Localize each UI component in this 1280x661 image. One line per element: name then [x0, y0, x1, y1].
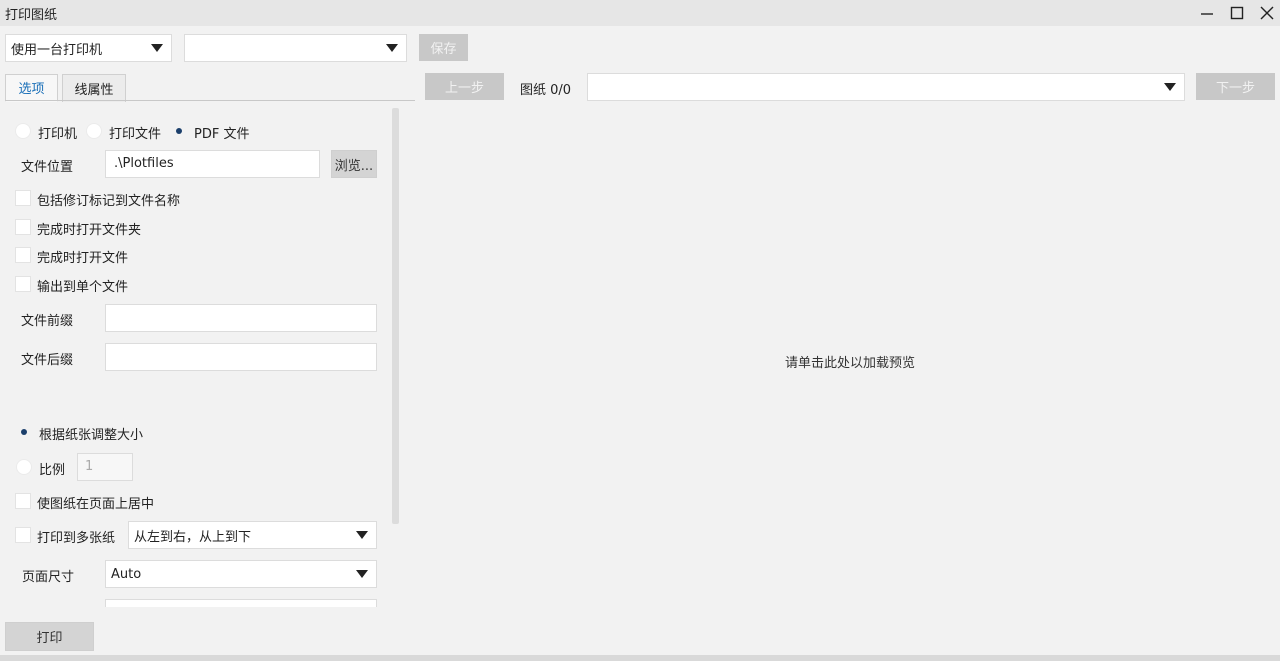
- browse-button[interactable]: 浏览...: [331, 150, 377, 178]
- checkbox-center-on-page-label: 使图纸在页面上居中: [37, 497, 155, 512]
- file-suffix-label: 文件后缀: [21, 353, 74, 368]
- radio-printer[interactable]: [15, 123, 31, 139]
- next-field-partial[interactable]: [105, 599, 377, 607]
- close-icon: [1260, 6, 1274, 20]
- minimize-button[interactable]: [1192, 0, 1222, 26]
- load-preview-link[interactable]: 请单击此处以加载预览: [600, 352, 1100, 371]
- scale-value: 1: [85, 459, 94, 474]
- file-suffix-input[interactable]: [105, 343, 377, 371]
- radio-printer-label: 打印机: [38, 127, 78, 142]
- options-scrollbar[interactable]: [392, 108, 399, 524]
- checkbox-multi-sheet-label: 打印到多张纸: [37, 531, 116, 546]
- tab-line-properties[interactable]: 线属性: [62, 74, 126, 102]
- window-title: 打印图纸: [5, 8, 58, 23]
- chevron-down-icon: [386, 44, 398, 52]
- chevron-down-icon: [1164, 83, 1176, 91]
- radio-scale-label: 比例: [39, 463, 66, 478]
- checkbox-open-file[interactable]: [15, 247, 31, 263]
- page-size-label: 页面尺寸: [22, 570, 75, 585]
- checkbox-center-on-page[interactable]: [15, 493, 31, 509]
- maximize-icon: [1230, 6, 1244, 20]
- file-prefix-label: 文件前缀: [21, 314, 74, 329]
- printer-select[interactable]: 使用一台打印机: [5, 34, 172, 62]
- radio-scale[interactable]: [16, 459, 32, 475]
- radio-fit-to-paper[interactable]: [16, 424, 32, 440]
- maximize-button[interactable]: [1222, 0, 1252, 26]
- file-location-value: .\Plotfiles: [114, 156, 174, 171]
- tab-options[interactable]: 选项: [5, 74, 58, 102]
- chevron-down-icon: [356, 531, 368, 539]
- tile-order-select[interactable]: 从左到右，从上到下: [128, 521, 377, 549]
- print-button[interactable]: 打印: [5, 622, 94, 651]
- printer-select-value: 使用一台打印机: [11, 42, 103, 58]
- radio-print-file[interactable]: [86, 123, 102, 139]
- title-bar: [0, 0, 1280, 26]
- checkbox-include-revision[interactable]: [15, 190, 31, 206]
- page-size-value: Auto: [111, 566, 142, 582]
- bottom-border: [0, 655, 1280, 661]
- sheet-select[interactable]: [587, 73, 1185, 101]
- checkbox-include-revision-label: 包括修订标记到文件名称: [37, 194, 181, 209]
- close-button[interactable]: [1252, 0, 1280, 26]
- chevron-down-icon: [356, 570, 368, 578]
- radio-pdf-label: PDF 文件: [194, 127, 250, 142]
- file-prefix-input[interactable]: [105, 304, 377, 332]
- minimize-icon: [1201, 13, 1213, 15]
- page-size-select[interactable]: Auto: [105, 560, 377, 588]
- checkbox-single-file[interactable]: [15, 276, 31, 292]
- checkbox-single-file-label: 输出到单个文件: [37, 280, 129, 295]
- checkbox-open-file-label: 完成时打开文件: [37, 251, 129, 266]
- radio-print-file-label: 打印文件: [109, 127, 162, 142]
- checkbox-open-folder[interactable]: [15, 219, 31, 235]
- tile-order-value: 从左到右，从上到下: [134, 529, 252, 545]
- scale-input[interactable]: 1: [77, 453, 133, 481]
- sheet-counter: 图纸 0/0: [520, 83, 572, 98]
- prev-button[interactable]: 上一步: [425, 73, 504, 100]
- chevron-down-icon: [151, 44, 163, 52]
- file-location-input[interactable]: .\Plotfiles: [105, 150, 320, 178]
- radio-pdf[interactable]: [171, 123, 187, 139]
- checkbox-open-folder-label: 完成时打开文件夹: [37, 223, 142, 238]
- tab-divider: [5, 100, 415, 101]
- file-location-label: 文件位置: [21, 160, 74, 175]
- checkbox-multi-sheet[interactable]: [15, 527, 31, 543]
- save-button[interactable]: 保存: [419, 34, 468, 61]
- radio-fit-to-paper-label: 根据纸张调整大小: [39, 428, 144, 443]
- next-button[interactable]: 下一步: [1196, 73, 1275, 100]
- profile-select[interactable]: [184, 34, 407, 62]
